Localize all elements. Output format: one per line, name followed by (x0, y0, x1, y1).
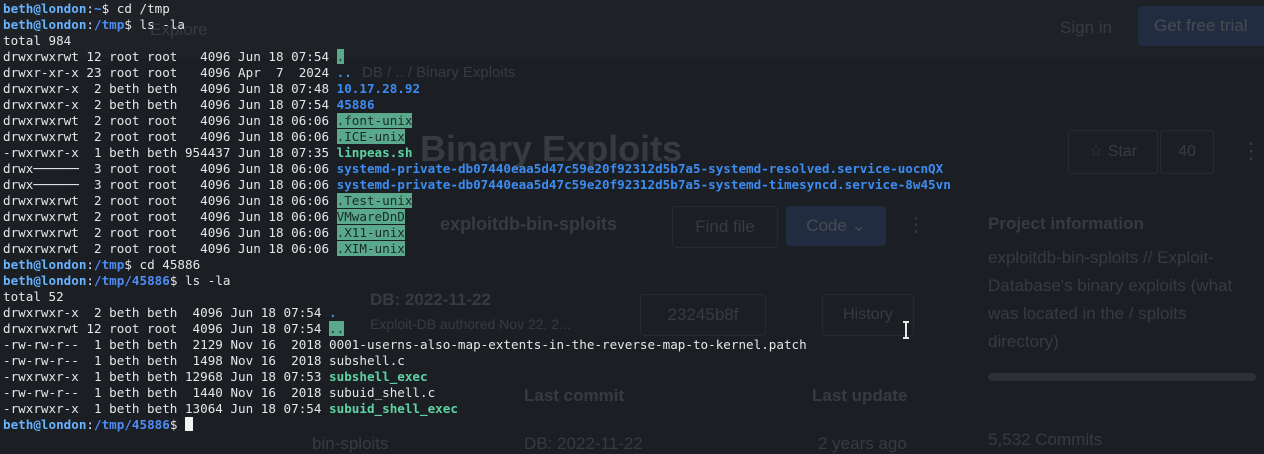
listing-row: -rwxrwxr-x 1 beth beth 13064 Jun 18 07:5… (3, 401, 1264, 417)
listing-row: drwxrwxrwt 12 root root 4096 Jun 18 07:5… (3, 321, 1264, 337)
file-meta: drwxrwxrwt 2 root root 4096 Jun 18 06:06 (3, 129, 337, 144)
output-line: total 52 (3, 289, 1264, 305)
file-meta: -rw-rw-r-- 1 beth beth 2129 Nov 16 2018 (3, 337, 330, 352)
file-meta: drwxrwxrwt 2 root root 4096 Jun 18 06:06 (3, 113, 337, 128)
file-name: subuid_shell_exec (329, 401, 458, 416)
command-text: ls -la (139, 17, 186, 32)
prompt-separator: : (86, 17, 94, 32)
file-name: .. (329, 321, 345, 336)
prompt-line: beth@london:/tmp/45886$ ls -la (3, 273, 1264, 289)
file-name: subuid_shell.c (329, 385, 436, 400)
file-meta: drwxrwxrwt 2 root root 4096 Jun 18 06:06 (3, 193, 337, 208)
output-line: total 984 (3, 33, 1264, 49)
listing-row: -rw-rw-r-- 1 beth beth 2129 Nov 16 2018 … (3, 337, 1264, 353)
file-meta: drwxr-xr-x 23 root root 4096 Apr 7 2024 (3, 65, 337, 80)
prompt-line: beth@london:/tmp$ cd 45886 (3, 257, 1264, 273)
file-meta: drwxrwxrwt 12 root root 4096 Jun 18 07:5… (3, 49, 337, 64)
listing-row: drwxrwxrwt 2 root root 4096 Jun 18 06:06… (3, 225, 1264, 241)
output-text: total 984 (3, 33, 72, 48)
prompt-symbol: $ (101, 1, 117, 16)
prompt-path: /tmp (94, 17, 125, 32)
listing-row: -rwxrwxr-x 1 beth beth 954437 Jun 18 07:… (3, 145, 1264, 161)
file-meta: -rw-rw-r-- 1 beth beth 1498 Nov 16 2018 (3, 353, 330, 368)
file-meta: drwx────── 3 root root 4096 Jun 18 06:06 (3, 161, 337, 176)
file-name: .. (336, 65, 352, 80)
prompt-line: beth@london:/tmp$ ls -la (3, 17, 1264, 33)
listing-row: drwxrwxr-x 2 beth beth 4096 Jun 18 07:54… (3, 305, 1264, 321)
file-meta: drwxrwxr-x 2 beth beth 4096 Jun 18 07:54 (3, 97, 337, 112)
prompt-path: /tmp (94, 257, 125, 272)
listing-row: drwxrwxrwt 2 root root 4096 Jun 18 06:06… (3, 193, 1264, 209)
file-meta: -rwxrwxr-x 1 beth beth 13064 Jun 18 07:5… (3, 401, 330, 416)
listing-row: drwxrwxrwt 2 root root 4096 Jun 18 06:06… (3, 241, 1264, 257)
prompt-line: beth@london:/tmp/45886$ (3, 417, 1264, 433)
file-name: .Test-unix (336, 193, 413, 208)
listing-row: drwx────── 3 root root 4096 Jun 18 06:06… (3, 161, 1264, 177)
prompt-user: beth@london (3, 417, 87, 432)
file-meta: drwxrwxr-x 2 beth beth 4096 Jun 18 07:54 (3, 305, 330, 320)
prompt-symbol: $ (169, 273, 185, 288)
listing-row: -rwxrwxr-x 1 beth beth 12968 Jun 18 07:5… (3, 369, 1264, 385)
file-meta: -rw-rw-r-- 1 beth beth 1440 Nov 16 2018 (3, 385, 330, 400)
listing-row: drwxrwxrwt 2 root root 4096 Jun 18 06:06… (3, 113, 1264, 129)
prompt-path: /tmp/45886 (94, 273, 170, 288)
command-text: cd 45886 (139, 257, 201, 272)
file-name: .ICE-unix (336, 129, 405, 144)
file-meta: drwxrwxrwt 2 root root 4096 Jun 18 06:06 (3, 225, 337, 240)
listing-row: drwxrwxrwt 2 root root 4096 Jun 18 06:06… (3, 129, 1264, 145)
file-meta: drwxrwxrwt 12 root root 4096 Jun 18 07:5… (3, 321, 330, 336)
file-name: 10.17.28.92 (336, 81, 421, 96)
text-cursor-icon (903, 321, 909, 339)
command-text: cd /tmp (116, 1, 170, 16)
file-name: subshell_exec (329, 369, 428, 384)
listing-row: drwxr-xr-x 23 root root 4096 Apr 7 2024 … (3, 65, 1264, 81)
file-name: .X11-unix (336, 225, 405, 240)
prompt-symbol: $ (169, 417, 185, 432)
listing-row: drwxrwxr-x 2 beth beth 4096 Jun 18 07:54… (3, 97, 1264, 113)
terminal-cursor (185, 417, 193, 431)
file-name: 0001-userns-also-map-extents-in-the-reve… (329, 337, 807, 352)
prompt-separator: : (86, 417, 94, 432)
file-name: . (329, 305, 337, 320)
prompt-separator: : (86, 257, 94, 272)
file-name: VMwareDnD (336, 209, 405, 224)
file-name: .font-unix (336, 113, 413, 128)
prompt-symbol: $ (124, 257, 140, 272)
file-name: 45886 (336, 97, 375, 112)
prompt-path: ~ (94, 1, 102, 16)
listing-row: drwxrwxrwt 12 root root 4096 Jun 18 07:5… (3, 49, 1264, 65)
file-meta: drwxrwxrwt 2 root root 4096 Jun 18 06:06 (3, 241, 337, 256)
listing-row: -rw-rw-r-- 1 beth beth 1498 Nov 16 2018 … (3, 353, 1264, 369)
file-meta: drwxrwxr-x 2 beth beth 4096 Jun 18 07:48 (3, 81, 337, 96)
prompt-separator: : (86, 1, 94, 16)
file-name: .XIM-unix (336, 241, 405, 256)
prompt-symbol: $ (124, 17, 140, 32)
listing-row: -rw-rw-r-- 1 beth beth 1440 Nov 16 2018 … (3, 385, 1264, 401)
output-text: total 52 (3, 289, 64, 304)
prompt-line: beth@london:~$ cd /tmp (3, 1, 1264, 17)
file-name: linpeas.sh (336, 145, 413, 160)
file-name: subshell.c (329, 353, 405, 368)
file-meta: -rwxrwxr-x 1 beth beth 954437 Jun 18 07:… (3, 145, 337, 160)
file-meta: drwxrwxrwt 2 root root 4096 Jun 18 06:06 (3, 209, 337, 224)
prompt-user: beth@london (3, 257, 87, 272)
listing-row: drwxrwxr-x 2 beth beth 4096 Jun 18 07:48… (3, 81, 1264, 97)
prompt-user: beth@london (3, 17, 87, 32)
command-text: ls -la (185, 273, 231, 288)
prompt-user: beth@london (3, 273, 87, 288)
file-meta: drwx────── 3 root root 4096 Jun 18 06:06 (3, 177, 337, 192)
prompt-separator: : (86, 273, 94, 288)
file-name: systemd-private-db07440eaa5d47c59e20f923… (336, 161, 944, 176)
prompt-user: beth@london (3, 1, 87, 16)
terminal-window[interactable]: beth@london:~$ cd /tmp beth@london:/tmp$ … (0, 0, 1264, 452)
file-meta: -rwxrwxr-x 1 beth beth 12968 Jun 18 07:5… (3, 369, 330, 384)
listing-row: drwxrwxrwt 2 root root 4096 Jun 18 06:06… (3, 209, 1264, 225)
file-name: systemd-private-db07440eaa5d47c59e20f923… (336, 177, 951, 192)
listing-row: drwx────── 3 root root 4096 Jun 18 06:06… (3, 177, 1264, 193)
file-name: . (336, 49, 345, 64)
prompt-path: /tmp/45886 (94, 417, 170, 432)
